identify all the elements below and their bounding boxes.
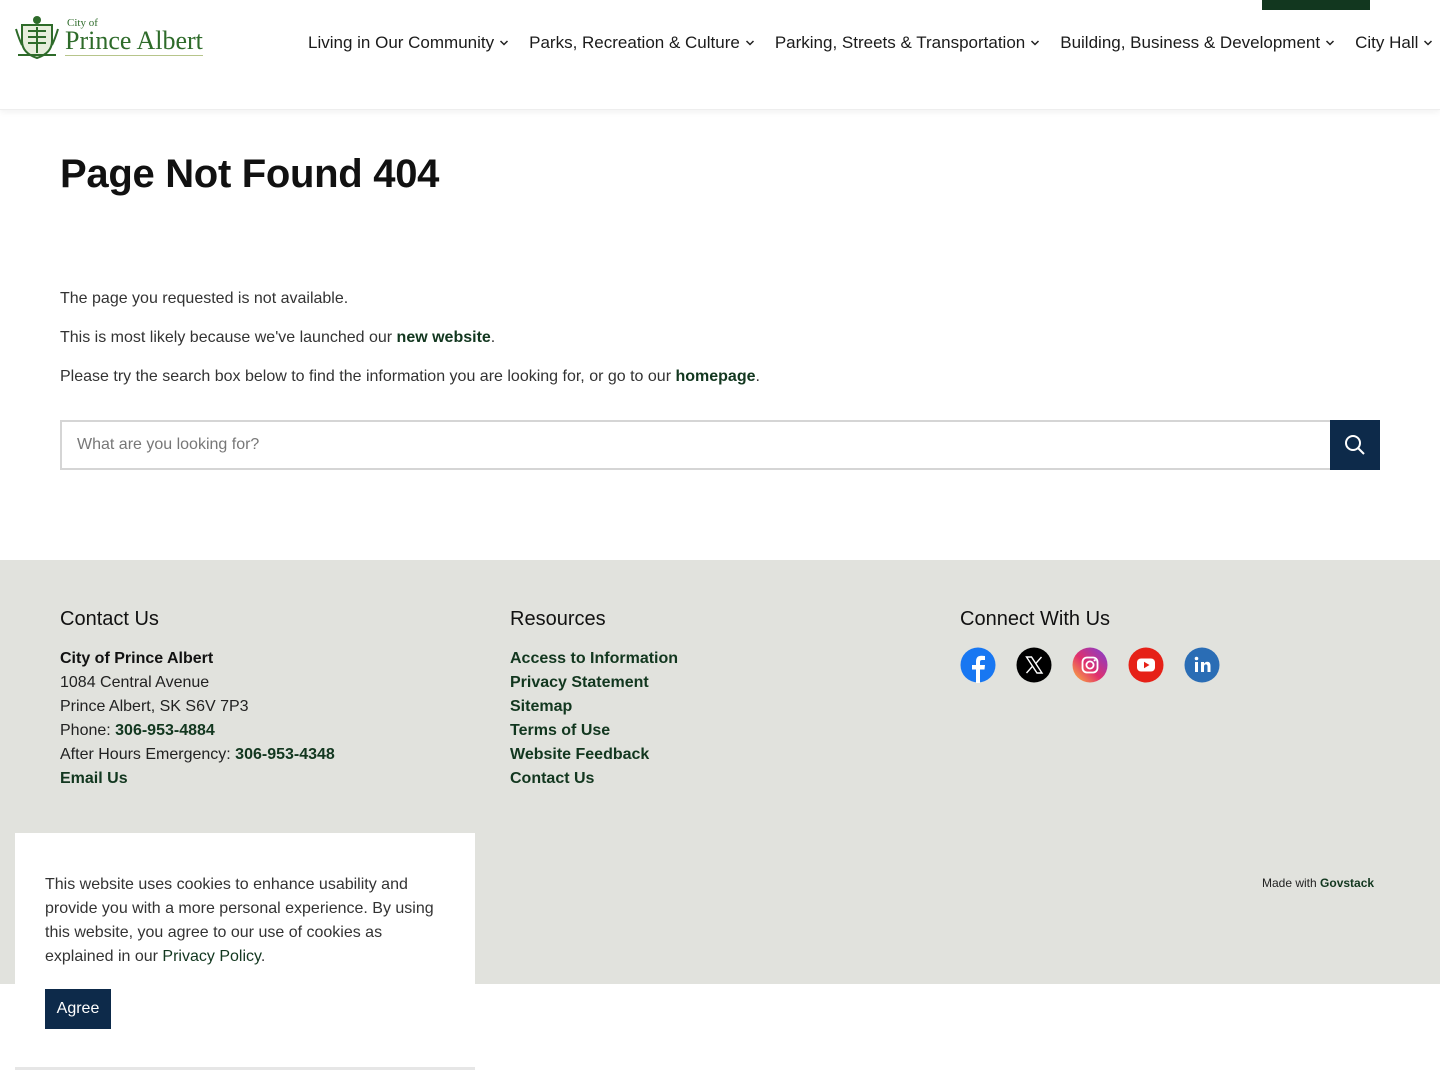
- phone-link[interactable]: 306-953-4884: [115, 722, 215, 739]
- emergency-phone-link[interactable]: 306-953-4348: [235, 746, 335, 763]
- contact-emergency: After Hours Emergency: 306-953-4348: [60, 743, 335, 767]
- contact-org: City of Prince Albert: [60, 650, 214, 667]
- govstack-link[interactable]: Govstack: [1320, 876, 1374, 890]
- youtube-icon[interactable]: [1128, 647, 1164, 683]
- phone-label: Phone:: [60, 722, 116, 739]
- search-button[interactable]: [1330, 420, 1380, 470]
- contact-email: Email Us: [60, 767, 335, 791]
- not-available-text: The page you requested is not available.: [60, 290, 349, 307]
- header-accent-bar[interactable]: [1262, 0, 1370, 10]
- new-website-prefix: This is most likely because we've launch…: [60, 329, 397, 346]
- search-input[interactable]: [60, 420, 1330, 470]
- search-bar: [60, 420, 1380, 470]
- resources-heading: Resources: [510, 608, 606, 630]
- made-with-prefix: Made with: [1262, 876, 1321, 890]
- resources-column: Resources Access to Information Privacy …: [510, 608, 678, 791]
- social-links: [960, 647, 1240, 683]
- chevron-down-icon: [500, 40, 509, 46]
- cookie-banner: This website uses cookies to enhance usa…: [15, 833, 475, 1070]
- nav-item-parking-streets-transportation[interactable]: Parking, Streets & Transportation: [775, 33, 1040, 53]
- nav-item-living-in-our-community[interactable]: Living in Our Community: [308, 33, 509, 53]
- nav-item-label: Building, Business & Development: [1060, 33, 1321, 52]
- email-us-link[interactable]: Email Us: [60, 770, 128, 787]
- city-crest-icon: [15, 16, 59, 59]
- nav-item-city-hall[interactable]: City Hall: [1355, 33, 1433, 53]
- contact-heading: Contact Us: [60, 608, 159, 630]
- search-hint-suffix: .: [755, 368, 760, 385]
- nav-item-label: City Hall: [1355, 33, 1419, 52]
- chevron-down-icon: [1424, 40, 1433, 46]
- search-hint-text: Please try the search box below to find …: [60, 368, 760, 386]
- contact-column: Contact Us City of Prince Albert 1084 Ce…: [60, 608, 335, 791]
- nav-item-parks-recreation-culture[interactable]: Parks, Recreation & Culture: [529, 33, 755, 53]
- facebook-icon[interactable]: [960, 647, 996, 683]
- search-hint-prefix: Please try the search box below to find …: [60, 368, 676, 385]
- website-feedback-link[interactable]: Website Feedback: [510, 743, 678, 767]
- contact-address-line1: 1084 Central Avenue: [60, 674, 210, 691]
- page-title: Page Not Found 404: [60, 152, 440, 196]
- new-website-suffix: .: [490, 329, 496, 346]
- site-logo[interactable]: City of Prince Albert: [14, 14, 214, 60]
- site-header: City of Prince Albert Living in Our Comm…: [0, 0, 1440, 110]
- main-nav: Living in Our Community Parks, Recreatio…: [308, 33, 1433, 53]
- cookie-message-suffix: .: [260, 948, 266, 965]
- agree-button[interactable]: Agree: [45, 989, 111, 1029]
- x-icon[interactable]: [1016, 647, 1052, 683]
- nav-item-label: Parks, Recreation & Culture: [529, 33, 740, 52]
- privacy-policy-link[interactable]: Privacy Policy: [162, 948, 260, 965]
- terms-of-use-link[interactable]: Terms of Use: [510, 719, 678, 743]
- contact-phone: Phone: 306-953-4884: [60, 719, 335, 743]
- connect-heading: Connect With Us: [960, 608, 1111, 630]
- linkedin-icon[interactable]: [1184, 647, 1220, 683]
- contact-address-line2: Prince Albert, SK S6V 7P3: [60, 698, 249, 715]
- contact-us-link[interactable]: Contact Us: [510, 767, 678, 791]
- nav-item-label: Living in Our Community: [308, 33, 495, 52]
- chevron-down-icon: [1326, 40, 1335, 46]
- connect-column: Connect With Us: [960, 608, 1240, 683]
- chevron-down-icon: [745, 40, 754, 46]
- chevron-down-icon: [1031, 40, 1040, 46]
- homepage-link[interactable]: homepage: [675, 368, 755, 385]
- nav-item-label: Parking, Streets & Transportation: [774, 33, 1026, 52]
- new-website-text: This is most likely because we've launch…: [60, 329, 495, 347]
- emergency-label: After Hours Emergency:: [60, 746, 236, 763]
- instagram-icon[interactable]: [1072, 647, 1108, 683]
- sitemap-link[interactable]: Sitemap: [510, 695, 678, 719]
- privacy-statement-link[interactable]: Privacy Statement: [510, 671, 678, 695]
- search-icon: [1345, 435, 1365, 455]
- nav-item-building-business-development[interactable]: Building, Business & Development: [1060, 33, 1335, 53]
- made-with-credit: Made with Govstack: [1262, 876, 1374, 890]
- logo-city-name: Prince Albert: [65, 26, 203, 56]
- new-website-link[interactable]: new website: [397, 329, 491, 346]
- access-to-information-link[interactable]: Access to Information: [510, 647, 678, 671]
- cookie-message: This website uses cookies to enhance usa…: [45, 873, 445, 969]
